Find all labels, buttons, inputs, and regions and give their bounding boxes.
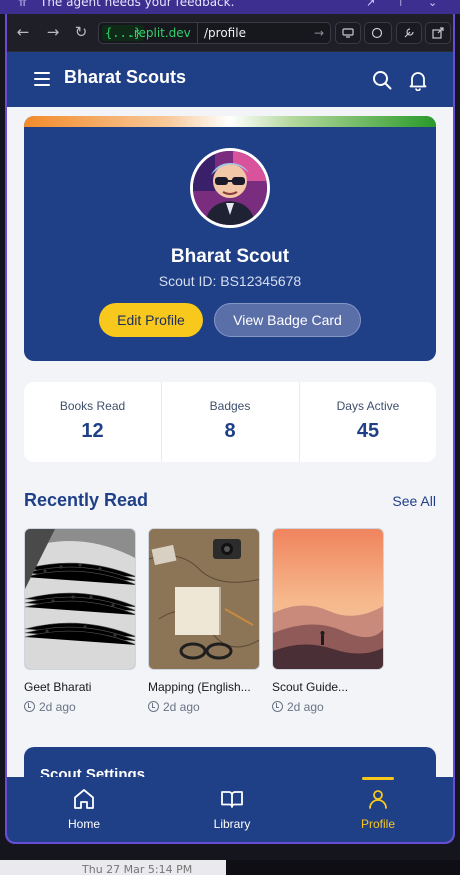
scout-id: Scout ID: BS12345678 [158,273,302,289]
wrench-icon [404,28,414,38]
nav-label: Library [213,817,251,831]
home-icon [74,789,94,809]
book-read-time: 2d ago [148,700,260,714]
book-ago-text: 2d ago [287,700,324,714]
book-title: Scout Guide... [272,680,349,694]
stat-label: Books Read [59,399,126,413]
back-icon[interactable]: ← [13,22,33,42]
stats-panel: Books Read 12 Badges 8 Days Active 45 [24,382,436,462]
chevron-down-icon[interactable]: ⌄ [428,0,437,9]
devtools-button[interactable] [396,22,422,44]
clock-icon [272,701,283,712]
url-path[interactable]: /profile [197,23,331,43]
thumbs-icon[interactable]: ↗ [366,0,375,9]
bell-icon[interactable] [407,69,429,91]
browser-toolbar: ← → ↻ {...} .replit.dev /profile → [7,14,453,52]
monitor-icon [342,28,354,38]
taskbar-clock: Thu 27 Mar 5:14 PM [82,863,193,875]
search-icon[interactable] [371,69,393,91]
nav-profile[interactable]: Profile [318,777,438,842]
taskbar-panel: Thu 27 Mar 5:14 PM [0,860,226,875]
mountain-sunset-image [273,529,383,669]
see-all-link[interactable]: See All [392,493,436,509]
stat-label: Badges [209,399,251,413]
app-header: Bharat Scouts [7,52,453,107]
tricolor-stripe [24,116,436,127]
clock-icon [24,701,35,712]
sheet-music-image [25,529,135,669]
recently-read-heading: Recently Read [24,490,149,510]
reload-icon[interactable]: ↻ [71,22,91,42]
book-card[interactable]: Mapping (English... 2d ago [148,528,260,714]
agent-feedback-banner[interactable]: ⇈ The agent needs your feedback. ↗ ⊤ ⌄ [0,0,460,14]
bottom-navigation: Home Library Profile [7,777,453,842]
avatar[interactable] [190,148,270,228]
nav-library[interactable]: Library [172,777,292,842]
open-external-button[interactable] [425,22,451,44]
chat-icon [371,27,383,39]
book-ago-text: 2d ago [39,700,76,714]
stat-value: 45 [356,420,380,442]
stat-value: 8 [224,420,236,442]
address-bar[interactable]: {...} .replit.dev /profile → [98,22,331,44]
book-card[interactable]: Scout Guide... 2d ago [272,528,384,714]
chat-button[interactable] [364,22,392,44]
stat-badges: Badges 8 [161,382,298,462]
external-link-icon [432,27,444,39]
scout-settings-title: Scout Settings [40,766,146,777]
domain-text: .replit.dev [130,26,191,40]
book-read-time: 2d ago [272,700,384,714]
book-read-time: 2d ago [24,700,136,714]
device-frame: ← → ↻ {...} .replit.dev /profile → Bhara… [5,14,455,844]
profile-card: Bharat Scout Scout ID: BS12345678 Edit P… [24,116,436,361]
clock-icon [148,701,159,712]
book-title: Mapping (English... [148,680,251,694]
nav-label: Home [67,817,100,831]
page-content[interactable]: Bharat Scout Scout ID: BS12345678 Edit P… [7,107,453,777]
book-card[interactable]: Geet Bharati 2d ago [24,528,136,714]
stat-days-active: Days Active 45 [299,382,436,462]
agent-icon: ⇈ [18,0,28,9]
pin-icon[interactable]: ⊤ [396,0,406,9]
scout-settings-card[interactable]: Scout Settings [24,747,436,777]
book-cover [272,528,384,670]
nav-home[interactable]: Home [24,777,144,842]
book-cover [148,528,260,670]
agent-banner-text: The agent needs your feedback. [40,0,235,9]
stat-books-read: Books Read 12 [24,382,161,462]
go-arrow-icon[interactable]: → [314,23,324,43]
app-viewport: Bharat Scouts Bharat Scout Scout ID: BS1… [7,52,453,842]
avatar-image [193,151,267,225]
screen: ⇈ The agent needs your feedback. ↗ ⊤ ⌄ ←… [0,0,460,875]
app-title: Bharat Scouts [64,67,187,87]
book-cover [24,528,136,670]
stat-value: 12 [81,420,104,442]
book-open-icon [221,791,243,808]
stat-label: Days Active [336,399,400,413]
user-icon [369,790,387,809]
map-and-notebook-image [149,529,259,669]
book-title: Geet Bharati [24,680,92,694]
nav-label: Profile [360,817,395,831]
view-badge-card-button[interactable]: View Badge Card [214,303,361,337]
profile-name: Bharat Scout [170,246,290,267]
edit-profile-button[interactable]: Edit Profile [99,303,203,337]
forward-icon[interactable]: → [43,22,63,42]
system-taskbar: Thu 27 Mar 5:14 PM [0,860,460,875]
book-ago-text: 2d ago [163,700,200,714]
device-preview-button[interactable] [335,22,361,44]
menu-icon[interactable] [34,72,50,86]
active-indicator [362,777,394,780]
